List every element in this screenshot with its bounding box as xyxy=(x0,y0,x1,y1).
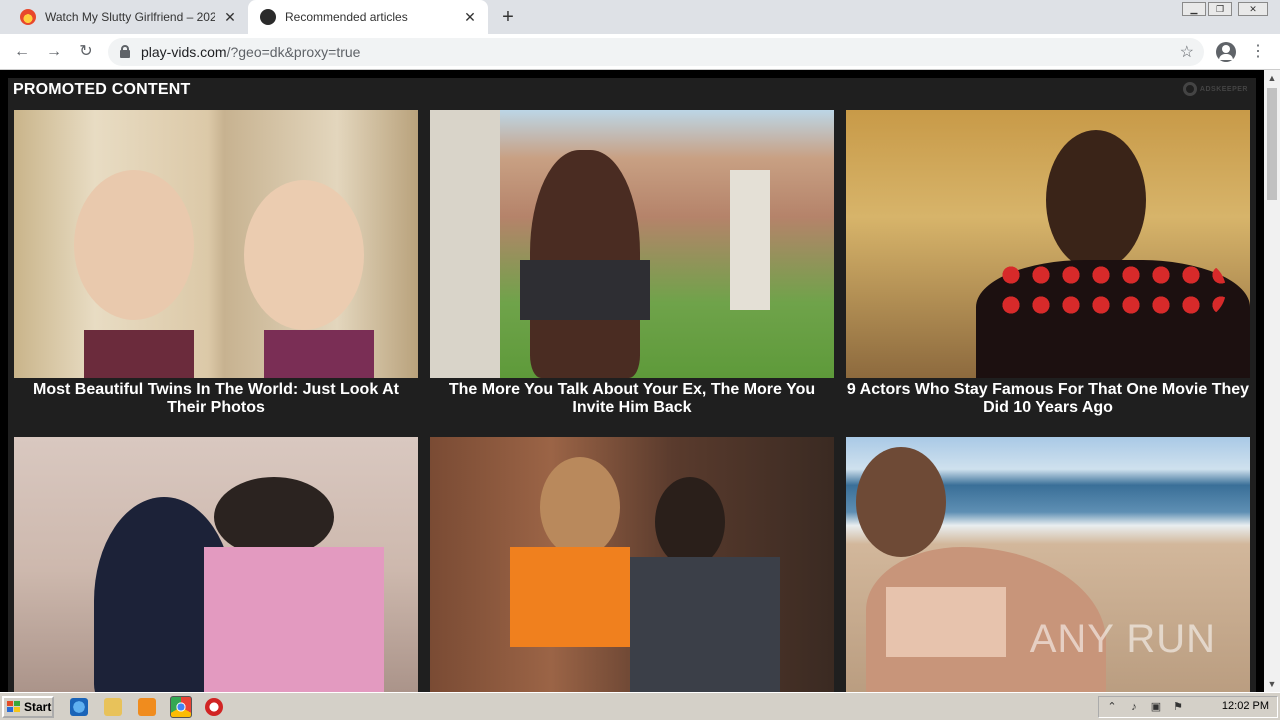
article-caption[interactable]: Most Beautiful Twins In The World: Just … xyxy=(14,378,418,422)
article-card[interactable]: The More You Talk About Your Ex, The Mor… xyxy=(430,110,834,422)
media-player-icon[interactable] xyxy=(138,698,156,716)
widget-title: PROMOTED CONTENT xyxy=(13,81,191,98)
vertical-scrollbar[interactable]: ▲ ▼ xyxy=(1264,70,1280,692)
close-tab-icon[interactable]: ✕ xyxy=(222,9,238,25)
article-image-twins[interactable] xyxy=(14,110,418,378)
new-tab-button[interactable]: + xyxy=(498,7,518,27)
article-caption[interactable]: 9 Actors Who Stay Famous For That One Mo… xyxy=(846,378,1250,422)
address-bar[interactable]: play-vids.com/?geo=dk&proxy=true ☆ xyxy=(108,38,1204,66)
article-image-actor[interactable] xyxy=(846,110,1250,378)
page-viewport: PROMOTED CONTENT ADSKEEPER Most Beautifu… xyxy=(0,70,1264,692)
account-icon[interactable] xyxy=(1216,42,1236,62)
reload-icon[interactable]: ↻ xyxy=(76,42,96,62)
close-tab-icon[interactable]: ✕ xyxy=(462,9,478,25)
fire-icon xyxy=(20,9,36,25)
adskeeper-logo[interactable]: ADSKEEPER xyxy=(1182,82,1248,96)
chrome-icon[interactable] xyxy=(170,696,192,718)
browser-toolbar: ← → ↻ play-vids.com/?geo=dk&proxy=true ☆… xyxy=(0,34,1280,70)
internet-explorer-icon[interactable] xyxy=(70,698,88,716)
tab-title: Recommended articles xyxy=(285,10,408,24)
tab-watch-my-girlfriend[interactable]: Watch My Slutty Girlfriend – 2021 – | ✕ xyxy=(8,0,248,34)
taskbar-clock[interactable]: 12:02 PM xyxy=(1222,700,1269,712)
promoted-content-widget: PROMOTED CONTENT ADSKEEPER Most Beautifu… xyxy=(8,78,1256,692)
adskeeper-icon xyxy=(1182,82,1197,96)
scrollbar-thumb[interactable] xyxy=(1267,88,1277,200)
url-text[interactable]: play-vids.com/?geo=dk&proxy=true xyxy=(141,44,360,60)
opera-icon[interactable] xyxy=(205,698,223,716)
article-image-sitcom[interactable] xyxy=(430,437,834,692)
system-tray: ⌃ ♪ ▣ ⚑ 12:02 PM xyxy=(1098,696,1278,718)
tab-title: Watch My Slutty Girlfriend – 2021 – | xyxy=(45,10,215,24)
article-card[interactable]: 9 Actors Who Stay Famous For That One Mo… xyxy=(846,110,1250,422)
folder-icon[interactable] xyxy=(104,698,122,716)
anyrun-watermark: ANY RUN xyxy=(1029,617,1216,661)
article-image-couple-hug[interactable] xyxy=(14,437,418,692)
tab-recommended-articles[interactable]: Recommended articles ✕ xyxy=(248,0,488,34)
site-icon xyxy=(260,9,276,25)
restore-icon[interactable]: ❐ xyxy=(1208,2,1232,16)
article-image-woman-yard[interactable] xyxy=(430,110,834,378)
tray-expand-icon[interactable]: ⌃ xyxy=(1105,700,1119,714)
kebab-menu-icon[interactable]: ⋮ xyxy=(1250,42,1266,62)
action-center-flag-icon[interactable]: ⚑ xyxy=(1171,700,1185,714)
forward-arrow-icon[interactable]: → xyxy=(44,42,64,62)
lock-icon[interactable] xyxy=(120,45,130,58)
close-window-icon[interactable]: ✕ xyxy=(1238,2,1268,16)
article-caption[interactable]: The More You Talk About Your Ex, The Mor… xyxy=(430,378,834,422)
volume-icon[interactable]: ♪ xyxy=(1127,700,1141,714)
minimize-icon[interactable]: ▁ xyxy=(1182,2,1206,16)
scroll-down-icon[interactable]: ▼ xyxy=(1264,676,1280,692)
article-card[interactable]: Most Beautiful Twins In The World: Just … xyxy=(14,110,418,422)
start-button[interactable]: Start xyxy=(2,696,54,718)
network-icon[interactable]: ▣ xyxy=(1149,700,1163,714)
back-arrow-icon[interactable]: ← xyxy=(12,42,32,62)
article-card[interactable] xyxy=(14,437,418,692)
windows-taskbar: Start ⌃ ♪ ▣ ⚑ 12:02 PM xyxy=(0,692,1280,720)
windows-flag-icon xyxy=(7,701,20,713)
article-card[interactable] xyxy=(430,437,834,692)
scroll-up-icon[interactable]: ▲ xyxy=(1264,70,1280,86)
bookmark-star-icon[interactable]: ☆ xyxy=(1180,42,1194,62)
tab-strip: Watch My Slutty Girlfriend – 2021 – | ✕ … xyxy=(0,0,1280,34)
